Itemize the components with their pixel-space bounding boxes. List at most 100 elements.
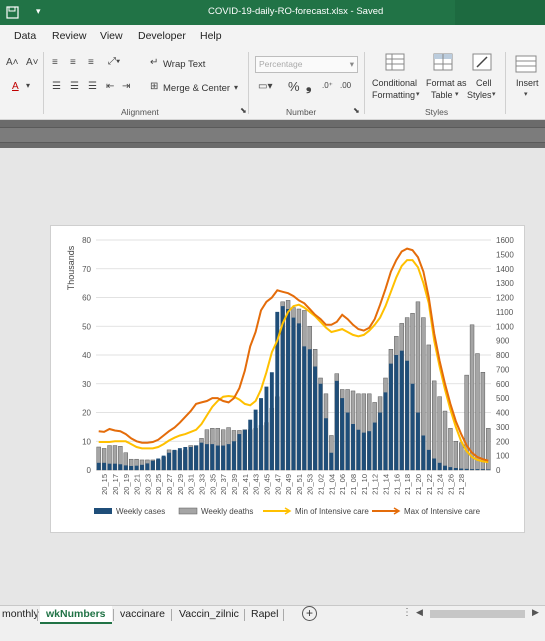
tab-options-icon[interactable]: ⋮ <box>402 607 412 618</box>
sheet-tab-monthly[interactable]: monthly <box>0 606 45 624</box>
weekly-cases-bar <box>226 444 231 470</box>
align-bottom-icon[interactable]: ≡ <box>88 57 94 68</box>
increase-decimal-icon[interactable]: .0⁺ <box>322 81 333 90</box>
scroll-right-icon[interactable]: ▶ <box>532 607 539 618</box>
scroll-left-icon[interactable]: ◀ <box>416 607 423 618</box>
orientation-icon[interactable]: ⤢▾ <box>108 56 120 67</box>
format-as-table-button[interactable]: Format as <box>426 78 467 88</box>
weekly-cases-bar <box>361 432 366 470</box>
add-sheet-icon[interactable]: + <box>302 606 317 621</box>
tab-developer[interactable]: Developer <box>138 30 186 42</box>
weekly-cases-bar <box>210 444 215 470</box>
tab-data[interactable]: Data <box>14 30 36 42</box>
tab-help[interactable]: Help <box>200 30 222 42</box>
y-right-tick-label: 400 <box>496 409 510 418</box>
dropdown-arrow-icon[interactable]: ▾ <box>26 81 30 90</box>
align-middle-icon[interactable]: ≡ <box>70 57 76 68</box>
legend-swatch <box>94 508 112 514</box>
insert-cells-icon[interactable] <box>515 55 537 73</box>
weekly-cases-bar <box>242 429 247 470</box>
weekly-cases-bar <box>313 366 318 470</box>
dialog-launcher-icon[interactable]: ⬊ <box>353 106 360 115</box>
formula-bar-area <box>0 120 545 148</box>
align-center-icon[interactable]: ☰ <box>70 81 79 92</box>
horizontal-scrollbar[interactable]: ◀ ▶ <box>414 607 545 619</box>
qat-customize-icon[interactable]: ▾ <box>36 6 41 17</box>
y-right-tick-label: 1300 <box>496 279 514 288</box>
cell-styles-button[interactable]: Cell <box>476 78 492 88</box>
weekly-cases-bar <box>145 463 150 470</box>
merge-center-icon[interactable]: ⊞ <box>150 81 158 92</box>
sheet-tab-wknumbers[interactable]: wkNumbers <box>40 606 112 624</box>
increase-font-icon[interactable]: A˄ <box>6 57 19 68</box>
align-left-icon[interactable]: ☰ <box>52 81 61 92</box>
save-icon[interactable] <box>6 6 19 19</box>
weekly-cases-bar <box>416 412 420 470</box>
scrollbar-thumb[interactable] <box>430 610 525 618</box>
sheet-tab-vaccin-zilnic[interactable]: Vaccin_zilnic <box>173 606 245 624</box>
wrap-text-button[interactable]: Wrap Text <box>163 59 205 70</box>
weekly-cases-bar <box>112 463 117 470</box>
font-color-icon[interactable]: A <box>12 81 19 92</box>
x-tick-label: 20_37 <box>219 474 228 495</box>
y-right-tick-label: 1100 <box>496 308 514 317</box>
weekly-cases-bar <box>405 360 410 470</box>
y-right-tick-label: 0 <box>496 466 501 475</box>
x-tick-label: 20_53 <box>306 474 315 495</box>
decrease-indent-icon[interactable]: ⇤ <box>106 81 114 92</box>
weekly-cases-bar <box>388 363 393 470</box>
weekly-cases-bar <box>421 435 426 470</box>
cell-styles-icon[interactable] <box>472 53 492 71</box>
legend-label: Min of Intensive care <box>295 507 369 516</box>
decrease-decimal-icon[interactable]: .00 <box>340 81 351 90</box>
x-tick-label: 20_49 <box>284 474 293 495</box>
format-as-table-line2: Table <box>431 90 453 100</box>
weekly-cases-bar <box>437 462 442 470</box>
align-right-icon[interactable]: ☰ <box>88 81 97 92</box>
y-right-tick-label: 1500 <box>496 250 514 259</box>
wrap-text-icon[interactable]: ↵ <box>150 57 158 68</box>
sheet-tab-vaccinare[interactable]: vaccinare <box>114 606 171 624</box>
alignment-group-label: Alignment <box>121 107 159 117</box>
comma-style-button[interactable]: ❟ <box>306 77 312 94</box>
weekly-cases-bar <box>329 452 334 470</box>
sheet-tab-rapel[interactable]: Rapel <box>245 606 284 624</box>
chart-container[interactable]: 0 10 20 30 40 50 60 70 80 0 100 200 300 400 500 600 700 8… <box>50 225 525 533</box>
y-right-tick-label: 800 <box>496 351 510 360</box>
y-right-tick-label: 500 <box>496 394 510 403</box>
group-divider <box>248 52 249 114</box>
insert-button[interactable]: Insert <box>516 78 539 88</box>
x-tick-label: 21_16 <box>392 474 401 495</box>
y-right-tick-label: 700 <box>496 365 510 374</box>
align-top-icon[interactable]: ≡ <box>52 57 58 68</box>
chevron-down-icon: ▾ <box>416 91 420 98</box>
weekly-cases-bar <box>340 398 345 470</box>
weekly-cases-bar <box>129 465 134 470</box>
formula-bar[interactable] <box>0 127 545 143</box>
title-bar: ▾ COVID-19-daily-RO-forecast.xlsx - Save… <box>0 0 545 25</box>
weekly-deaths-bar <box>469 324 475 471</box>
conditional-formatting-icon[interactable] <box>385 53 405 71</box>
number-format-select[interactable]: Percentage ▾ <box>255 56 358 73</box>
percent-style-button[interactable]: % <box>288 79 300 94</box>
chevron-down-icon: ▾ <box>492 91 496 98</box>
x-tick-label: 21_20 <box>414 474 423 495</box>
tab-view[interactable]: View <box>100 30 123 42</box>
chart[interactable]: 0102030405060708001002003004005006007008… <box>51 226 524 532</box>
conditional-formatting-button[interactable]: Conditional <box>372 78 417 88</box>
format-as-table-icon[interactable] <box>433 53 453 71</box>
merge-dropdown-icon[interactable]: ▾ <box>234 83 238 92</box>
weekly-cases-bars <box>96 306 491 470</box>
accounting-format-icon[interactable]: ▭▾ <box>258 81 272 92</box>
increase-indent-icon[interactable]: ⇥ <box>122 81 130 92</box>
y-right-tick-label: 900 <box>496 337 510 346</box>
dialog-launcher-icon[interactable]: ⬊ <box>240 106 247 115</box>
x-tick-label: 21_04 <box>327 474 336 495</box>
weekly-cases-bar <box>269 372 274 470</box>
x-tick-label: 20_25 <box>154 474 163 495</box>
legend-swatch <box>178 507 198 515</box>
undo-icon[interactable] <box>10 6 11 7</box>
merge-center-button[interactable]: Merge & Center <box>163 83 230 94</box>
tab-review[interactable]: Review <box>52 30 86 42</box>
decrease-font-icon[interactable]: A˅ <box>26 57 39 68</box>
